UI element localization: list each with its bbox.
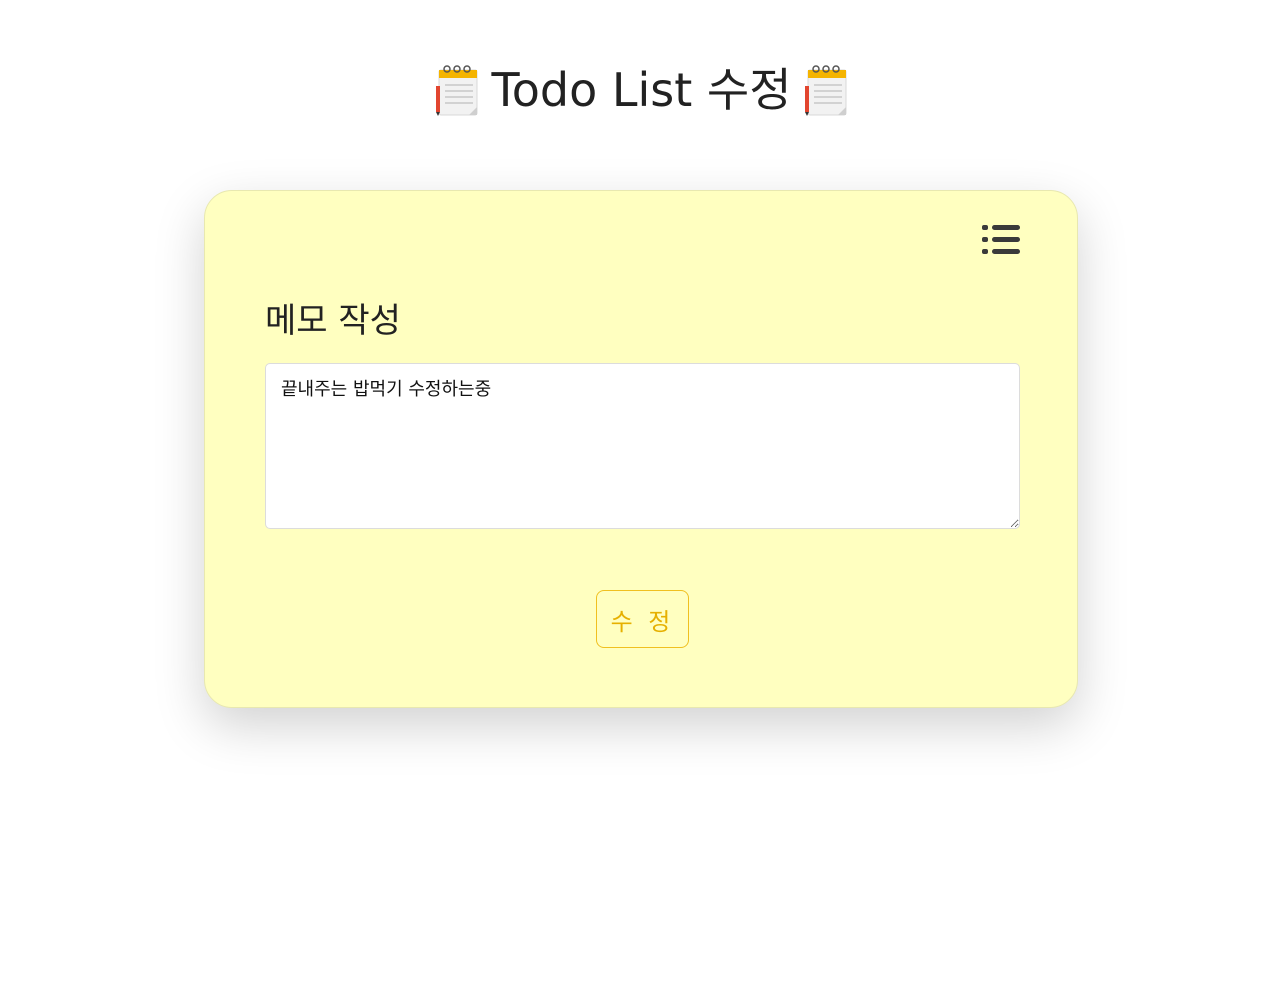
notepad-icon [804, 65, 847, 116]
page-header: Todo List 수정 [0, 58, 1283, 122]
edit-submit-button[interactable]: 수 정 [596, 590, 689, 648]
page-title: Todo List 수정 [491, 63, 792, 117]
memo-textarea[interactable]: 끝내주는 밥먹기 수정하는중 [265, 363, 1020, 529]
section-title: 메모 작성 [265, 301, 401, 341]
list-icon[interactable] [981, 223, 1021, 257]
memo-card: 메모 작성 끝내주는 밥먹기 수정하는중 수 정 [204, 190, 1078, 708]
notepad-icon [436, 65, 478, 116]
page: Todo List 수정 메모 작성 끝내주는 밥먹기 수정하는중 수 정 [0, 0, 1283, 982]
